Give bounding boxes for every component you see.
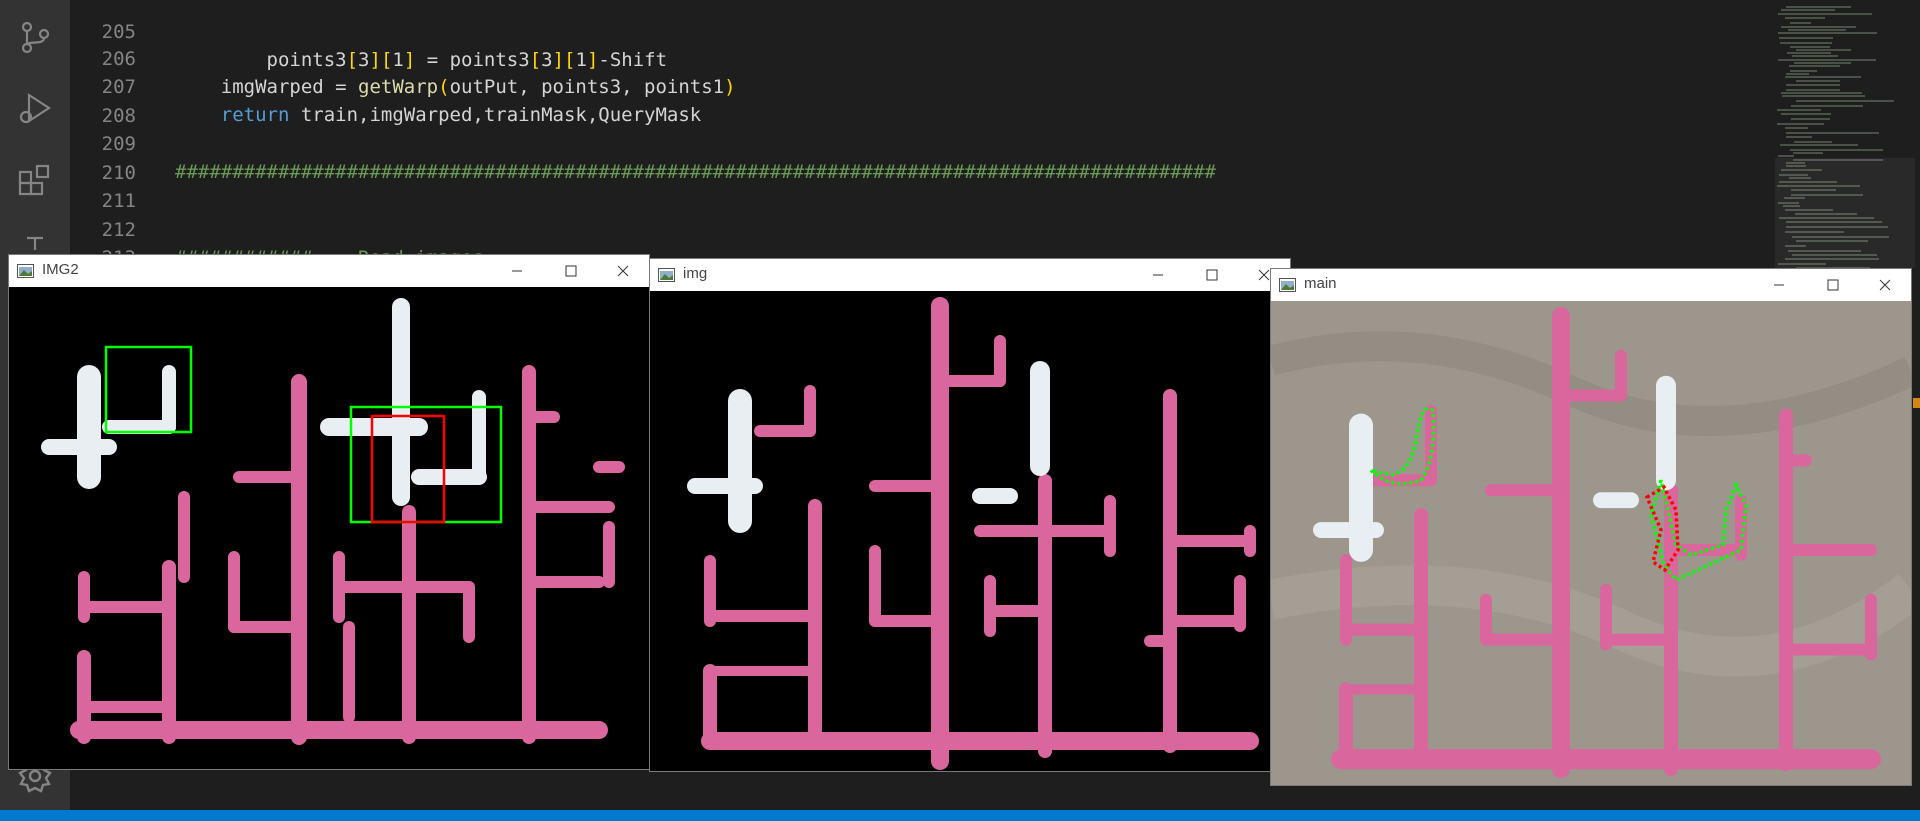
minimap-line bbox=[1796, 100, 1894, 102]
extensions-icon[interactable] bbox=[17, 163, 53, 199]
pipe-photo bbox=[1271, 301, 1911, 785]
minimap-line bbox=[1796, 80, 1840, 82]
window-title: IMG2 bbox=[42, 261, 79, 278]
minimap-line bbox=[1777, 123, 1824, 125]
minimap-line bbox=[1782, 95, 1865, 97]
code-line: 205 points3[3][1] = points3[3][1]-Shift bbox=[70, 0, 667, 71]
minimap-line bbox=[1778, 155, 1794, 157]
source-control-icon[interactable] bbox=[17, 19, 53, 55]
code-line: 210 bbox=[70, 131, 136, 184]
minimap-line bbox=[1790, 46, 1830, 48]
minimap-line bbox=[1778, 13, 1872, 15]
window-img2[interactable]: IMG2 bbox=[8, 254, 650, 770]
window-img[interactable]: img bbox=[649, 258, 1291, 772]
minimap-line bbox=[1788, 29, 1846, 31]
code-text: imgWarped = getWarp(outPut, points3, poi… bbox=[175, 76, 736, 98]
minimap-line bbox=[1781, 9, 1835, 11]
minimap-line bbox=[1786, 84, 1840, 86]
scrollbar-marker bbox=[1913, 398, 1920, 408]
minimap-line bbox=[1785, 127, 1808, 129]
image-canvas bbox=[1271, 301, 1911, 785]
minimap-line bbox=[1796, 49, 1851, 51]
minimap-line bbox=[1786, 89, 1840, 91]
minimap-line bbox=[1786, 136, 1812, 138]
minimap-line bbox=[1786, 73, 1809, 75]
code-text: points3[3][1] = points3[3][1]-Shift bbox=[175, 49, 668, 71]
minimap-line bbox=[1792, 55, 1838, 57]
minimap-slider[interactable] bbox=[1775, 158, 1915, 268]
minimap-line bbox=[1781, 92, 1862, 94]
minimap-line bbox=[1794, 141, 1832, 143]
opencv-app-icon bbox=[658, 268, 675, 282]
code-text: return train,imgWarped,trainMask,QueryMa… bbox=[220, 104, 702, 126]
minimap-line bbox=[1789, 65, 1840, 67]
minimap-line bbox=[1786, 132, 1879, 134]
minimap-line bbox=[1786, 6, 1851, 8]
minimap-line bbox=[1790, 70, 1817, 72]
minimap-line bbox=[1778, 32, 1877, 34]
minimap-line bbox=[1780, 42, 1832, 44]
minimap-line bbox=[1785, 76, 1861, 78]
window-titlebar[interactable]: main bbox=[1271, 269, 1911, 301]
warped-image bbox=[650, 291, 1290, 771]
status-bar bbox=[0, 810, 1920, 821]
minimap-line bbox=[1780, 144, 1858, 146]
minimap-line bbox=[1778, 59, 1876, 61]
code-line: 213 nameOfSaveimg1 ="AfterFit1" bbox=[70, 216, 484, 297]
minimap-line bbox=[1790, 149, 1883, 151]
opencv-app-icon bbox=[1279, 278, 1296, 292]
window-title: main bbox=[1304, 275, 1337, 292]
image-canvas bbox=[650, 291, 1290, 771]
window-title: img bbox=[683, 265, 708, 282]
minimap-line bbox=[1791, 105, 1863, 107]
minimap-line bbox=[1777, 109, 1821, 111]
code-line: 211 bbox=[70, 159, 136, 212]
code-line: 207 return train,imgWarped,trainMask,Que… bbox=[70, 45, 702, 126]
close-icon[interactable] bbox=[1859, 269, 1911, 301]
window-main[interactable]: main bbox=[1270, 268, 1912, 786]
minimize-icon[interactable] bbox=[491, 255, 543, 287]
code-line: 212 ############ Read images bbox=[70, 188, 484, 269]
minimap-line bbox=[1781, 113, 1831, 115]
opencv-app-icon bbox=[17, 264, 34, 278]
minimap-line bbox=[1793, 152, 1823, 154]
minimap-line bbox=[1781, 26, 1856, 28]
minimap-line bbox=[1790, 22, 1811, 24]
window-titlebar[interactable]: IMG2 bbox=[9, 255, 649, 287]
window-titlebar[interactable]: img bbox=[650, 259, 1290, 291]
minimap-line bbox=[1791, 118, 1830, 120]
code-line: 209 ####################################… bbox=[70, 102, 1216, 183]
minimap-line bbox=[1779, 37, 1833, 39]
minimize-icon[interactable] bbox=[1753, 269, 1805, 301]
minimap-line bbox=[1787, 52, 1831, 54]
minimize-icon[interactable] bbox=[1132, 259, 1184, 291]
pipe-mask-image bbox=[9, 287, 649, 769]
code-comment: ########################################… bbox=[175, 161, 1216, 183]
image-canvas bbox=[9, 287, 649, 769]
minimap-line bbox=[1794, 62, 1851, 64]
maximize-icon[interactable] bbox=[1186, 259, 1238, 291]
run-debug-icon[interactable] bbox=[17, 91, 53, 127]
code-line: 206 imgWarped = getWarp(outPut, points3,… bbox=[70, 17, 736, 98]
maximize-icon[interactable] bbox=[1807, 269, 1859, 301]
maximize-icon[interactable] bbox=[545, 255, 597, 287]
code-line: 208 bbox=[70, 74, 136, 127]
close-icon[interactable] bbox=[597, 255, 649, 287]
minimap-line bbox=[1785, 17, 1825, 19]
